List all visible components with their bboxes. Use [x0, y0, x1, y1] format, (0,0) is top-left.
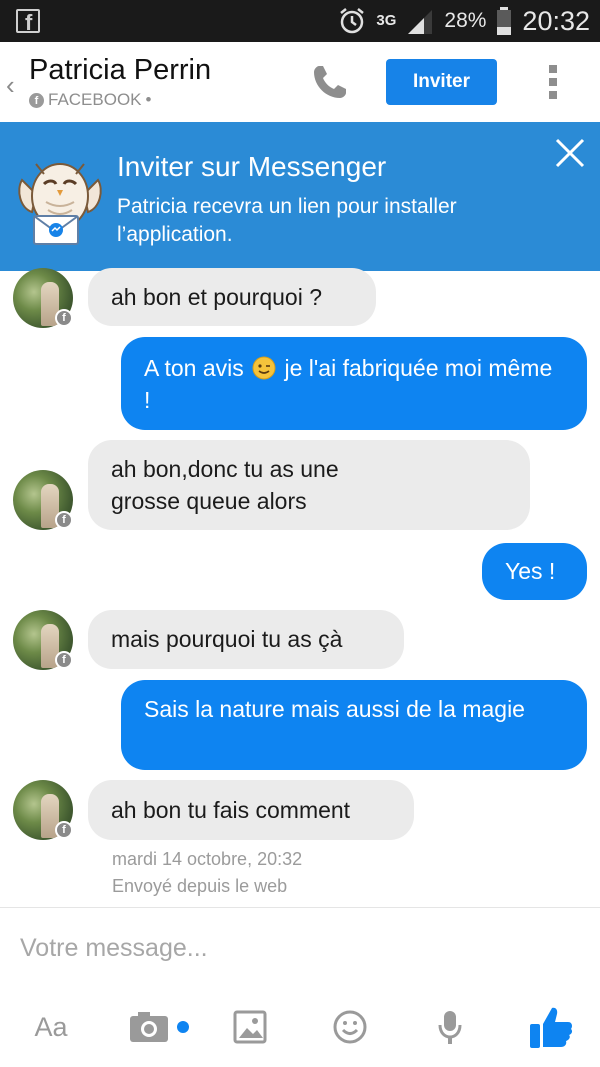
emoji-button[interactable] [330, 1000, 370, 1054]
message-timestamp: mardi 14 octobre, 20:32 [112, 849, 303, 869]
signal-icon [408, 10, 433, 34]
alarm-icon [340, 8, 365, 34]
source-suffix: • [145, 90, 152, 109]
conversation-header: ‹ Patricia Perrin f FACEBOOK • Inviter [0, 42, 600, 122]
image-icon [233, 1010, 267, 1044]
battery-icon [497, 7, 512, 35]
contact-source: f FACEBOOK • [29, 90, 151, 110]
battery-percent: 28% [444, 9, 487, 32]
source-label: FACEBOOK [48, 90, 142, 109]
phone-call-icon[interactable] [310, 62, 350, 102]
gallery-button[interactable] [230, 1000, 270, 1054]
message-sent-via: Envoyé depuis le web [112, 876, 288, 896]
message-bubble-incoming[interactable]: ah bon tu fais comment [88, 780, 414, 840]
camera-button[interactable] [126, 1000, 194, 1054]
close-icon[interactable] [553, 136, 587, 170]
status-bar: f 3G 28% 20:32 [0, 0, 600, 42]
banner-description: Patricia recevra un lien pour installer … [117, 195, 457, 246]
facebook-badge-icon: f [55, 511, 73, 529]
back-chevron-icon[interactable]: ‹ [6, 70, 15, 101]
clock: 20:32 [522, 5, 590, 36]
thumbs-up-icon [530, 1007, 573, 1048]
more-options-icon[interactable] [547, 65, 559, 101]
contact-name[interactable]: Patricia Perrin [29, 54, 211, 87]
message-bubble-outgoing[interactable]: Sais la nature mais aussi de la magie [121, 680, 587, 770]
message-bubble-incoming[interactable]: ah bon,donc tu as une grosse queue alors [88, 440, 530, 530]
facebook-badge-icon: f [55, 651, 73, 669]
text-format-button[interactable]: Aa [26, 1000, 76, 1054]
voice-button[interactable] [432, 1000, 468, 1054]
invite-banner: Inviter sur Messenger Patricia recevra u… [0, 122, 600, 271]
message-bubble-incoming[interactable]: ah bon et pourquoi ? [88, 268, 376, 326]
facebook-notification-icon: f [16, 9, 40, 35]
smiley-icon [333, 1010, 367, 1044]
invite-button[interactable]: Inviter [386, 59, 497, 105]
message-text-part: A ton avis [144, 355, 244, 381]
message-bubble-outgoing[interactable]: Yes ! [482, 543, 587, 600]
wink-emoji-icon [252, 356, 276, 380]
facebook-badge-icon: f [55, 309, 73, 327]
banner-title: Inviter sur Messenger [117, 151, 387, 182]
composer-divider [0, 907, 600, 908]
message-bubble-outgoing[interactable]: A ton avis je l'ai fabriquée moi même ! [121, 337, 587, 430]
network-type: 3G [376, 12, 397, 29]
owl-mascot-icon [18, 163, 102, 245]
message-input[interactable] [20, 928, 580, 968]
facebook-icon: f [29, 92, 44, 108]
like-button[interactable] [526, 1000, 576, 1054]
camera-icon [130, 1012, 189, 1042]
message-bubble-incoming[interactable]: mais pourquoi tu as çà [88, 610, 404, 669]
composer-toolbar: Aa [0, 1000, 600, 1054]
microphone-icon [438, 1011, 462, 1044]
facebook-badge-icon: f [55, 821, 73, 839]
